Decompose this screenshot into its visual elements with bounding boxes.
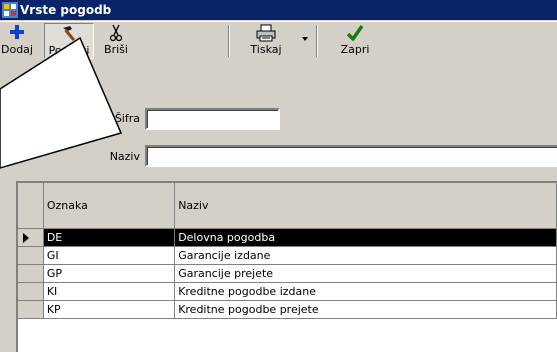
table-row[interactable]: GI Garancije izdane (18, 246, 557, 265)
app-window: Vrste pogodb Dodaj Popravi Briši Tiskaj … (0, 0, 557, 352)
sifra-label: Šifra (114, 112, 140, 125)
row-indicator[interactable] (18, 282, 44, 301)
scissors-icon (109, 24, 123, 42)
title-bar[interactable]: Vrste pogodb (0, 0, 557, 20)
table-row[interactable]: GP Garancije prejete (18, 264, 557, 283)
cell-oznaka[interactable]: GI (43, 246, 176, 265)
row-indicator[interactable] (18, 246, 44, 265)
delete-button[interactable]: Briši (96, 23, 136, 59)
edit-button-label: Popravi (48, 44, 90, 57)
cell-naziv[interactable]: Kreditne pogodbe izdane (174, 282, 557, 301)
grid-table: Oznaka Naziv DE Delovna pogodba GI Garan… (18, 183, 557, 319)
print-dropdown-arrow-icon[interactable] (302, 37, 308, 41)
cell-naziv[interactable]: Garancije izdane (174, 246, 557, 265)
row-indicator[interactable] (18, 300, 44, 319)
cell-naziv[interactable]: Delovna pogodba (174, 228, 557, 247)
row-indicator[interactable] (18, 228, 44, 247)
cell-oznaka[interactable]: GP (43, 264, 176, 283)
cell-oznaka[interactable]: KI (43, 282, 176, 301)
row-indicator-header (18, 183, 44, 229)
checkmark-icon (346, 25, 364, 41)
column-header-naziv[interactable]: Naziv (174, 183, 557, 229)
table-row[interactable]: KI Kreditne pogodbe izdane (18, 282, 557, 301)
toolbar: Dodaj Popravi Briši Tiskaj Zapri (0, 21, 557, 100)
printer-icon (256, 24, 276, 42)
data-grid[interactable]: Oznaka Naziv DE Delovna pogodba GI Garan… (16, 181, 557, 352)
hammer-icon (63, 26, 76, 42)
sifra-input[interactable] (145, 108, 280, 130)
row-indicator[interactable] (18, 264, 44, 283)
add-button-label: Dodaj (1, 43, 33, 56)
add-button[interactable]: Dodaj (0, 23, 42, 59)
close-button[interactable]: Zapri (330, 23, 380, 59)
delete-button-label: Briši (104, 43, 128, 56)
cell-oznaka[interactable]: DE (43, 228, 176, 247)
naziv-input[interactable] (145, 145, 557, 167)
column-header-oznaka[interactable]: Oznaka (43, 183, 176, 229)
table-row[interactable]: DE Delovna pogodba (18, 228, 557, 247)
close-button-label: Zapri (340, 43, 370, 56)
app-icon (2, 2, 18, 18)
plus-icon (10, 25, 24, 39)
print-button[interactable]: Tiskaj (236, 23, 296, 59)
toolbar-separator (316, 25, 318, 57)
table-row[interactable]: KP Kreditne pogodbe prejete (18, 300, 557, 319)
cell-naziv[interactable]: Kreditne pogodbe prejete (174, 300, 557, 319)
cell-naziv[interactable]: Garancije prejete (174, 264, 557, 283)
print-button-label: Tiskaj (250, 43, 282, 56)
edit-button[interactable]: Popravi (44, 23, 94, 59)
current-row-pointer-icon (23, 233, 29, 243)
cell-oznaka[interactable]: KP (43, 300, 176, 319)
naziv-label: Naziv (109, 150, 140, 163)
grid-header-row: Oznaka Naziv (18, 183, 557, 229)
toolbar-separator (228, 25, 230, 57)
window-title: Vrste pogodb (20, 3, 112, 17)
